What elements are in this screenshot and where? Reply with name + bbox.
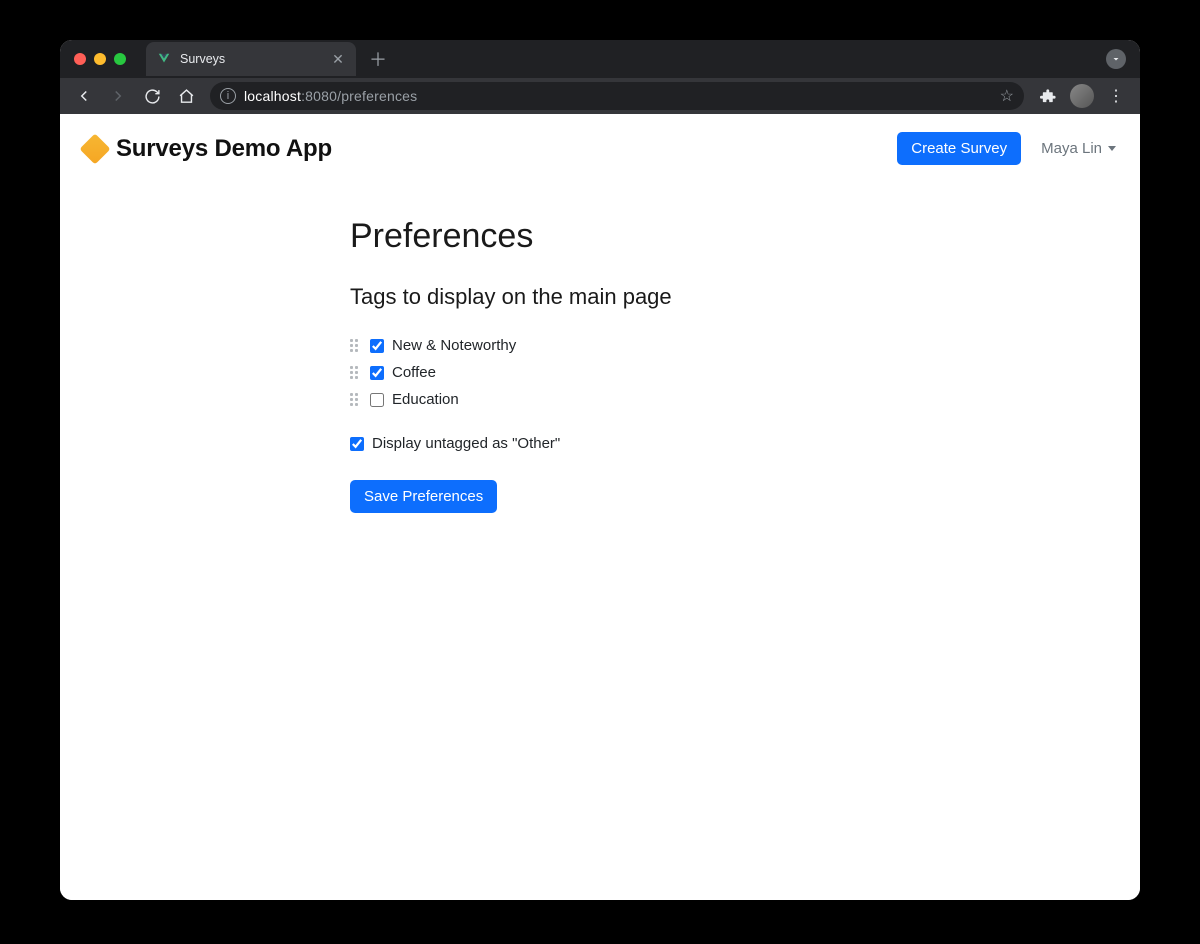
- close-tab-icon[interactable]: ✕: [330, 51, 346, 67]
- tag-row: New & Noteworthy: [350, 332, 910, 359]
- tag-label: Education: [392, 391, 459, 408]
- app-navbar: Surveys Demo App Create Survey Maya Lin: [60, 114, 1140, 177]
- browser-toolbar: i localhost:8080/preferences ☆ ⋮: [60, 78, 1140, 114]
- tag-label: Coffee: [392, 364, 436, 381]
- browser-tab-active[interactable]: Surveys ✕: [146, 42, 356, 76]
- brand[interactable]: Surveys Demo App: [84, 135, 332, 163]
- address-bar[interactable]: i localhost:8080/preferences ☆: [210, 82, 1024, 110]
- back-button[interactable]: [70, 82, 98, 110]
- tag-checkbox[interactable]: [370, 339, 384, 353]
- chevron-down-icon: [1108, 146, 1116, 151]
- new-tab-button[interactable]: ＋: [364, 45, 392, 73]
- home-button[interactable]: [172, 82, 200, 110]
- window-dropdown-icon[interactable]: [1106, 49, 1126, 69]
- browser-tab-bar: Surveys ✕ ＋: [60, 40, 1140, 78]
- app-viewport: Surveys Demo App Create Survey Maya Lin …: [60, 114, 1140, 900]
- brand-title: Surveys Demo App: [116, 135, 332, 163]
- extensions-icon[interactable]: [1034, 82, 1062, 110]
- window-maximize-button[interactable]: [114, 53, 126, 65]
- tag-list: New & Noteworthy Coffee Education: [350, 332, 910, 413]
- tag-checkbox[interactable]: [370, 366, 384, 380]
- tag-row: Coffee: [350, 359, 910, 386]
- forward-button[interactable]: [104, 82, 132, 110]
- section-subheading: Tags to display on the main page: [350, 284, 910, 310]
- window-minimize-button[interactable]: [94, 53, 106, 65]
- tag-row: Education: [350, 386, 910, 413]
- drag-handle-icon[interactable]: [350, 366, 362, 379]
- bookmark-star-icon[interactable]: ☆: [1000, 86, 1014, 106]
- display-untagged-row: Display untagged as "Other": [350, 435, 910, 452]
- window-close-button[interactable]: [74, 53, 86, 65]
- reload-button[interactable]: [138, 82, 166, 110]
- vue-favicon-icon: [156, 51, 172, 67]
- url-text: localhost:8080/preferences: [244, 88, 417, 104]
- profile-avatar[interactable]: [1070, 84, 1094, 108]
- display-untagged-checkbox[interactable]: [350, 437, 364, 451]
- create-survey-button[interactable]: Create Survey: [897, 132, 1021, 165]
- site-info-icon[interactable]: i: [220, 88, 236, 104]
- drag-handle-icon[interactable]: [350, 339, 362, 352]
- browser-window: Surveys ✕ ＋ i localhost:8080/preferences…: [60, 40, 1140, 900]
- page-title: Preferences: [350, 217, 910, 256]
- tag-label: New & Noteworthy: [392, 337, 516, 354]
- preferences-content: Preferences Tags to display on the main …: [350, 217, 910, 513]
- tag-checkbox[interactable]: [370, 393, 384, 407]
- window-controls: [70, 53, 134, 65]
- save-preferences-button[interactable]: Save Preferences: [350, 480, 497, 513]
- display-untagged-label[interactable]: Display untagged as "Other": [372, 435, 560, 452]
- browser-menu-icon[interactable]: ⋮: [1102, 82, 1130, 110]
- user-name: Maya Lin: [1041, 140, 1102, 157]
- drag-handle-icon[interactable]: [350, 393, 362, 406]
- user-menu[interactable]: Maya Lin: [1041, 140, 1116, 157]
- tab-title: Surveys: [180, 52, 225, 66]
- brand-logo-icon: [79, 133, 110, 164]
